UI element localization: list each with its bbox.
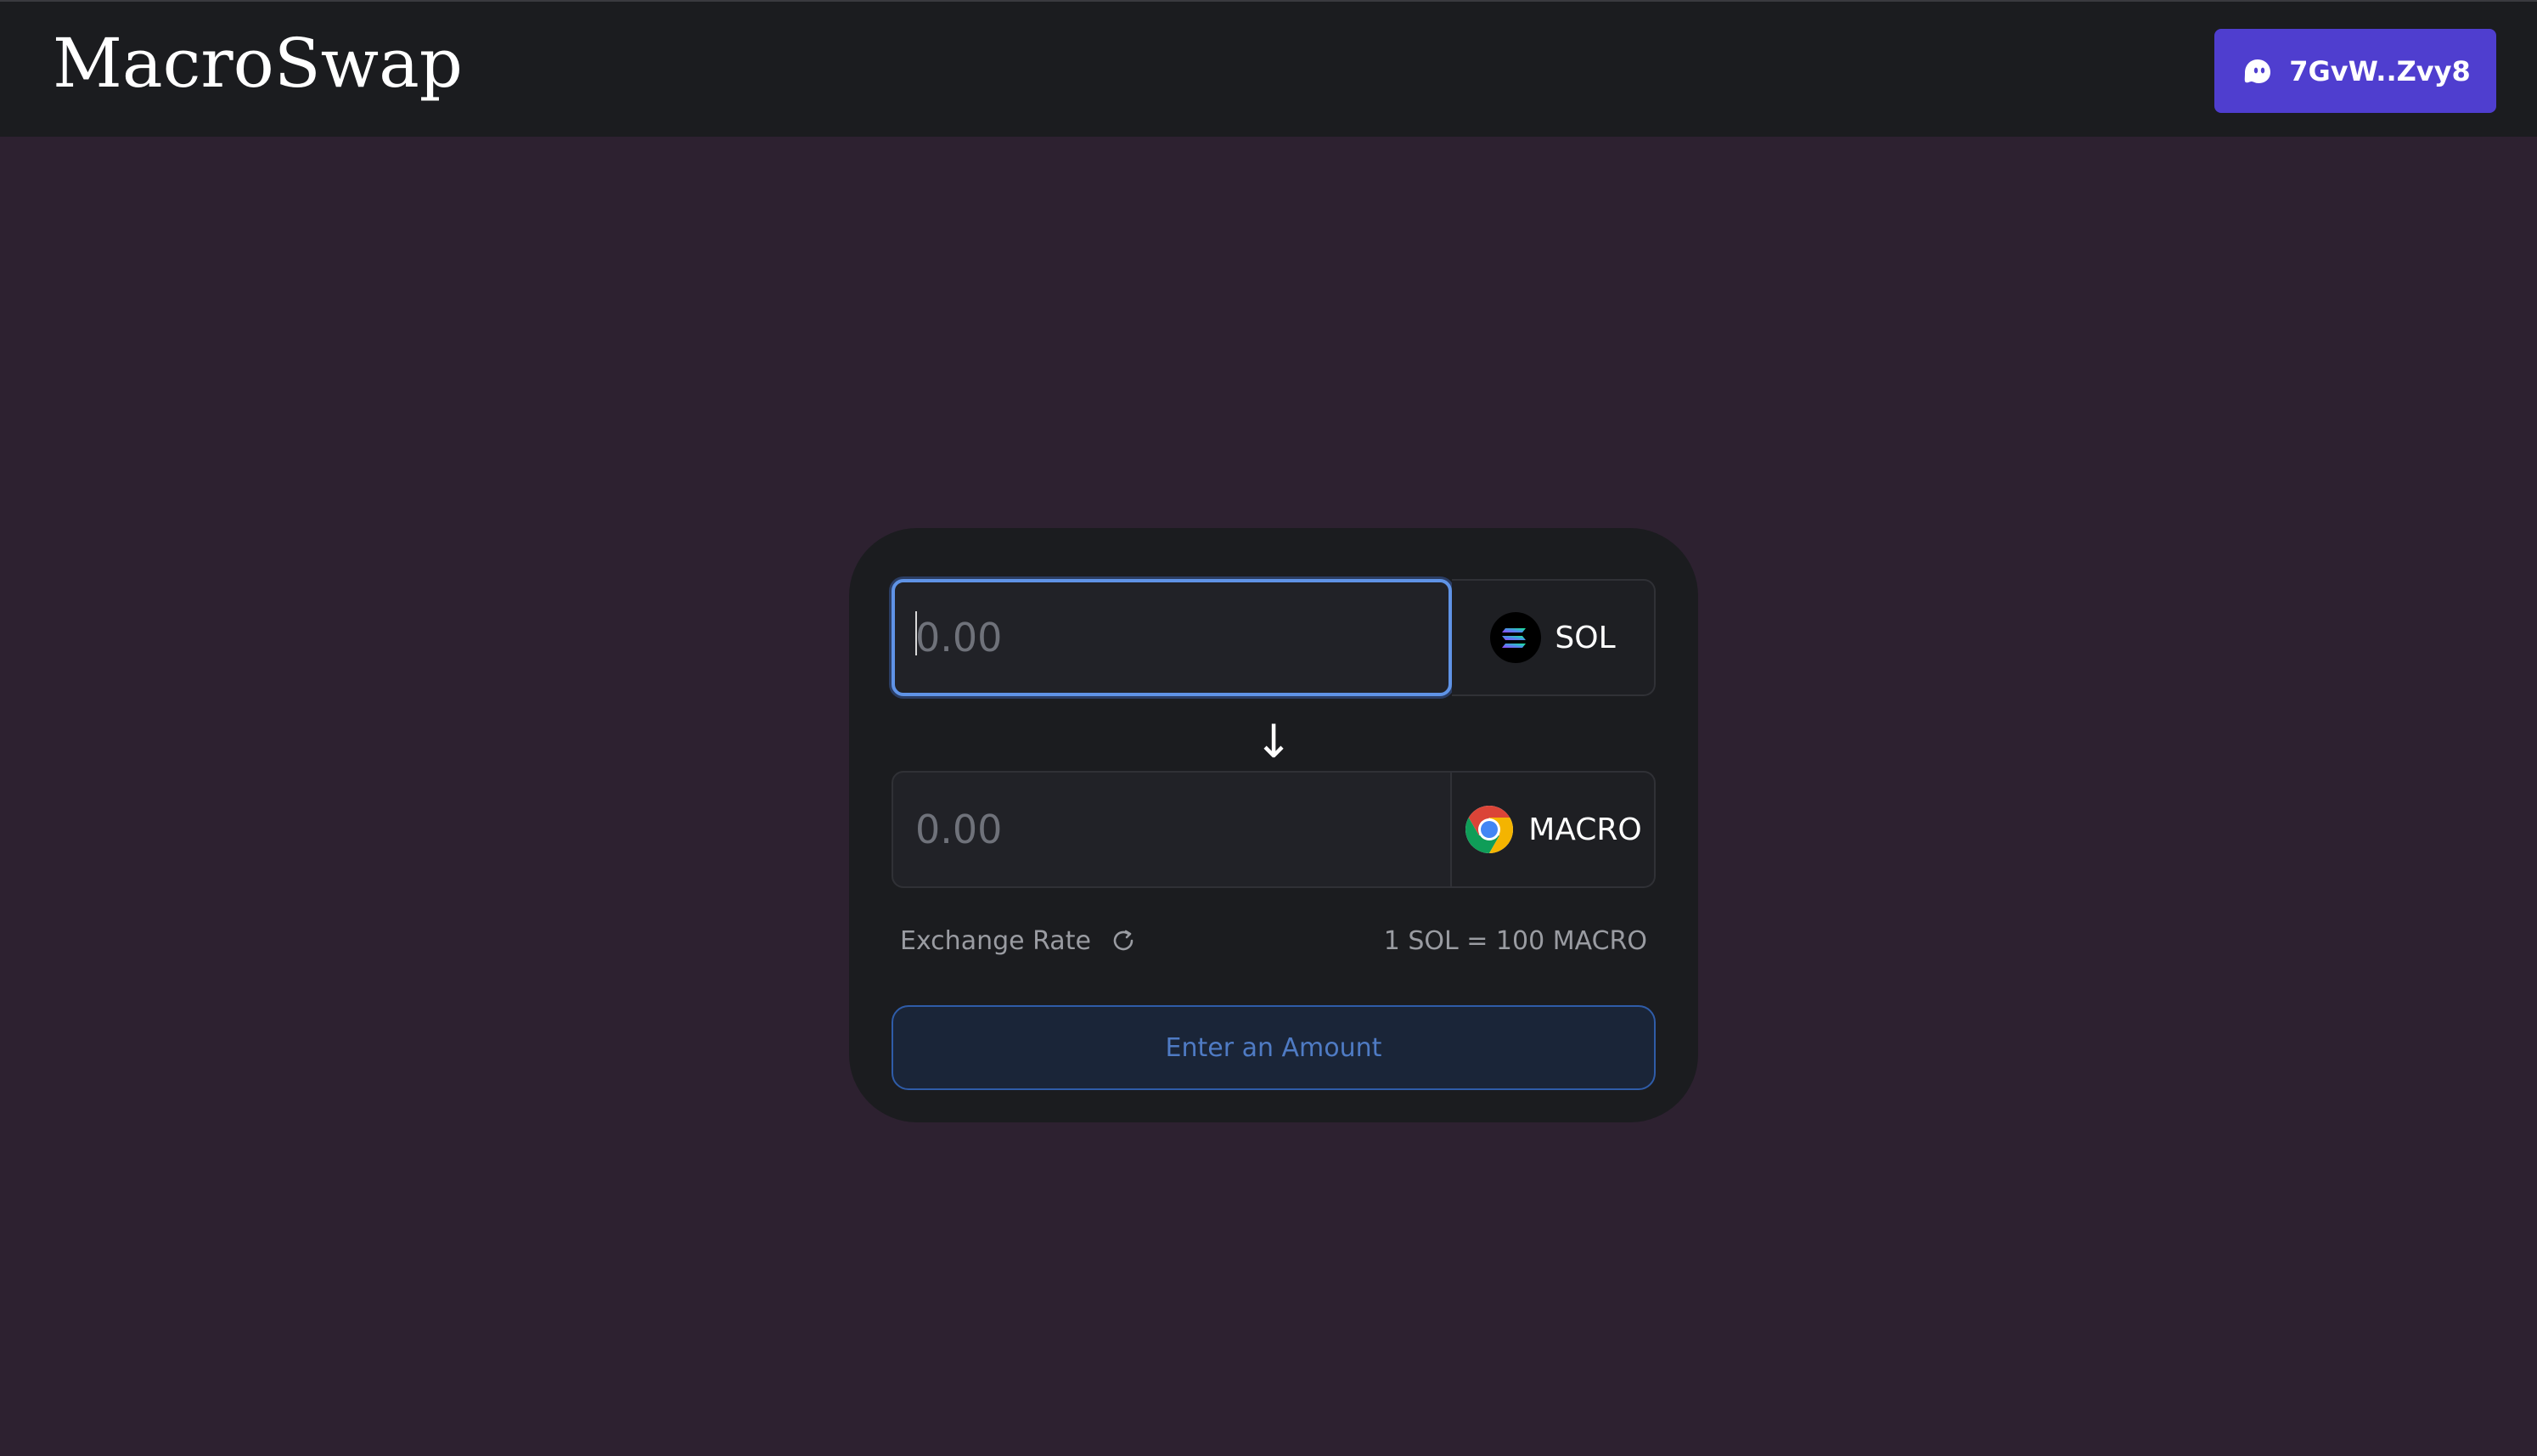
wallet-button[interactable]: 7GvW..Zvy8 — [2214, 29, 2496, 113]
to-token-symbol: MACRO — [1528, 812, 1642, 847]
refresh-icon[interactable] — [1110, 927, 1137, 954]
from-row: SOL — [892, 579, 1656, 696]
wallet-address: 7GvW..Zvy8 — [2289, 54, 2471, 87]
to-token-selector[interactable]: MACRO — [1452, 771, 1656, 888]
app-title: MacroSwap — [53, 24, 464, 103]
from-amount-input[interactable] — [892, 579, 1452, 696]
solana-logo-icon — [1490, 612, 1542, 663]
to-amount-input[interactable] — [892, 771, 1452, 888]
arrow-down-icon: ↓ — [1254, 715, 1293, 768]
phantom-ghost-icon — [2240, 54, 2274, 88]
to-row: MACRO — [892, 771, 1656, 888]
from-token-symbol: SOL — [1555, 620, 1616, 655]
chrome-logo-icon — [1464, 804, 1515, 855]
exchange-rate-value: 1 SOL = 100 MACRO — [1383, 925, 1647, 956]
top-bar: MacroSwap 7GvW..Zvy8 — [0, 0, 2537, 137]
exchange-rate-row: Exchange Rate 1 SOL = 100 MACRO — [900, 922, 1647, 959]
enter-amount-button[interactable]: Enter an Amount — [892, 1005, 1656, 1090]
exchange-rate-label: Exchange Rate — [900, 925, 1091, 956]
from-token-selector[interactable]: SOL — [1452, 579, 1656, 696]
swap-card: SOL ↓ MACRO Exchange Rate — [849, 528, 1698, 1122]
text-cursor — [915, 611, 917, 655]
